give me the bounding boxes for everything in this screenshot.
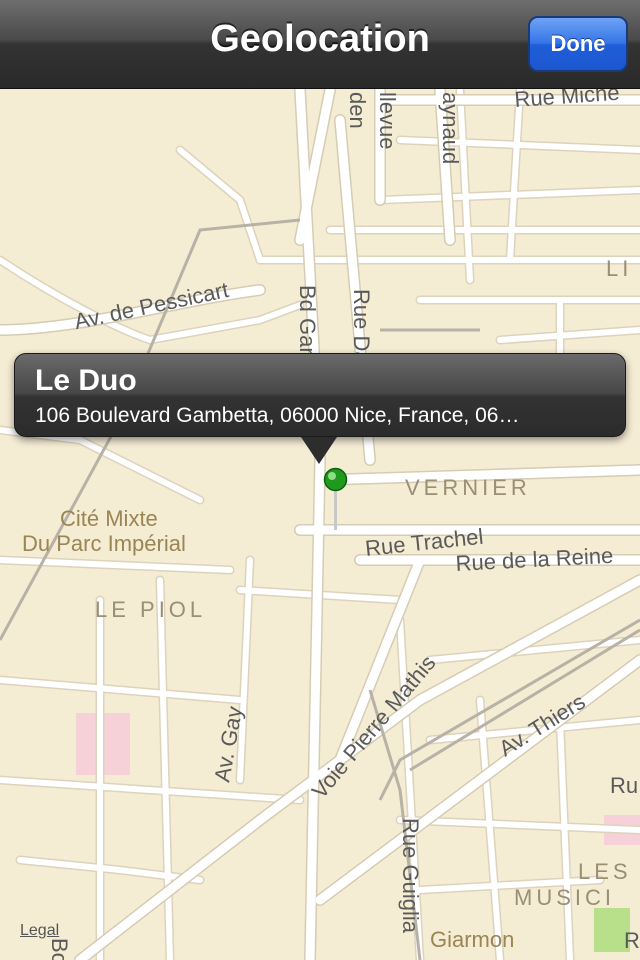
poi-cite-line1: Cité Mixte	[60, 506, 158, 531]
poi-giarmon: Giarmon	[430, 927, 514, 952]
callout-title: Le Duo	[35, 364, 137, 397]
street-label-bo: Bo	[47, 938, 72, 960]
street-label-raynaud: aynaud	[438, 92, 463, 164]
street-label-garden: den	[345, 92, 370, 129]
callout-pointer	[301, 437, 337, 464]
street-label-guiglia: Rue Guiglia	[398, 818, 423, 934]
street-label-bellevue: llevue	[375, 92, 400, 149]
legal-link[interactable]: Legal	[20, 922, 59, 940]
district-label-les: LES	[578, 859, 632, 884]
map-canvas: Rue Miche llevue den aynaud LI Av. de Pe…	[0, 88, 640, 960]
district-label-li: LI	[606, 256, 632, 281]
poi-cite-line2: Du Parc Impérial	[22, 531, 186, 556]
map-view[interactable]: Rue Miche llevue den aynaud LI Av. de Pe…	[0, 88, 640, 960]
done-button[interactable]: Done	[528, 16, 628, 72]
callout-address: 106 Boulevard Gambetta, 06000 Nice, Fran…	[35, 404, 520, 427]
district-label-le-piol: LE PIOL	[95, 597, 206, 622]
district-label-vernier: VERNIER	[405, 475, 531, 500]
district-label-musiciens: MUSICI	[514, 885, 615, 910]
street-label-r: R	[624, 928, 640, 953]
navigation-bar: Geolocation Done	[0, 0, 640, 89]
location-callout[interactable]: Le Duo 106 Boulevard Gambetta, 06000 Nic…	[14, 353, 626, 437]
location-pin-icon[interactable]	[322, 466, 352, 537]
street-label-ru: Ru	[610, 773, 638, 798]
